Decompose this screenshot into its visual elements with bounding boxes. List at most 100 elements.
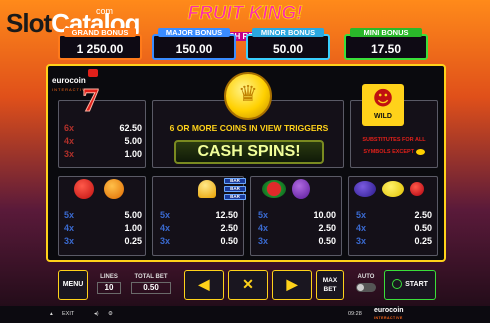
sound-icon[interactable]: ◂)	[94, 311, 99, 317]
minor-bonus-label: MINOR BONUS	[252, 28, 324, 37]
exit-link[interactable]: EXIT	[62, 311, 74, 317]
pay-row: 5x 12.50	[160, 210, 238, 223]
minor-bonus-box: MINOR BONUS 50.00	[246, 28, 330, 60]
bell-icon	[198, 180, 216, 198]
bar-icon: BAR	[224, 178, 246, 184]
menu-button[interactable]: MENU	[58, 270, 88, 300]
cherry-icon	[410, 182, 424, 196]
pay-mult: 5x	[64, 210, 75, 220]
pay-row: 5x 2.50	[356, 210, 432, 223]
pay-value: 0.50	[318, 236, 336, 246]
watermark-sub: com	[96, 6, 114, 16]
spin-icon	[392, 279, 403, 290]
pay-mult: 5x	[356, 210, 367, 220]
pay-mult: 4x	[160, 223, 171, 233]
pay-value: 2.50	[220, 223, 238, 233]
close-icon: ✕	[242, 276, 254, 292]
next-page-button[interactable]: ▶	[272, 270, 312, 300]
joker-wild-icon: ☻ WILD	[362, 84, 404, 126]
pay-row: 4x 1.00	[64, 223, 142, 236]
plum-lemon-cherry-pays: 5x 2.50 4x 0.50 3x 0.25	[356, 210, 432, 249]
grand-bonus-box: GRAND BONUS 1 250.00	[58, 28, 142, 60]
wild-description: SUBSTITUTES FOR ALL SYMBOLS EXCEPT	[354, 134, 434, 158]
pay-value: 2.50	[414, 210, 432, 220]
major-bonus-label: MAJOR BONUS	[158, 28, 230, 37]
pay-mult: 6x	[64, 123, 75, 133]
pay-mult: 3x	[64, 149, 75, 159]
plum-icon	[354, 181, 376, 197]
lines-value: 10	[97, 282, 121, 294]
pay-row: 4x 0.50	[356, 223, 432, 236]
max-bet-line1: MAX	[322, 277, 338, 284]
pay-row: 5x 5.00	[64, 210, 142, 223]
pay-mult: 5x	[258, 210, 269, 220]
footer-eurocoin-logo: eurocoin INTERACTIVE	[374, 306, 404, 320]
pay-value: 0.25	[124, 236, 142, 246]
wild-line1: SUBSTITUTES FOR ALL	[362, 137, 426, 143]
brand-badge-icon	[88, 69, 98, 77]
auto-label: AUTO	[357, 274, 375, 280]
start-label: START	[405, 281, 428, 288]
pay-row: 5x 10.00	[258, 210, 336, 223]
total-bet-control[interactable]: TOTAL BET 0.50	[128, 270, 174, 300]
pay-value: 10.00	[313, 210, 336, 220]
max-bet-line2: BET	[323, 286, 337, 293]
logo-title: FRUIT KING!	[187, 3, 303, 24]
footer-brand-tag: INTERACTIVE	[374, 316, 403, 320]
grand-bonus-label: GRAND BONUS	[64, 28, 136, 37]
joker-face-icon: ☻	[372, 86, 394, 110]
bell-bar-pays: 5x 12.50 4x 2.50 3x 0.50	[160, 210, 238, 249]
major-bonus-value: 150.00	[175, 42, 213, 56]
arrow-left-icon: ◀	[198, 276, 210, 292]
arrow-right-icon: ▶	[286, 276, 298, 292]
mini-bonus-value: 17.50	[370, 42, 402, 56]
pay-mult: 4x	[258, 223, 269, 233]
melon-grapes-pays: 5x 10.00 4x 2.50 3x 0.50	[258, 210, 336, 249]
start-button[interactable]: START	[384, 270, 436, 300]
close-paytable-button[interactable]: ✕	[228, 270, 268, 300]
cherry-orange-pays: 5x 5.00 4x 1.00 3x 0.25	[64, 210, 142, 249]
lemon-icon	[382, 181, 404, 197]
pay-mult: 3x	[64, 236, 75, 246]
grapes-icon	[292, 179, 310, 199]
bar-icon: BAR	[224, 194, 246, 200]
clock-time: 09:28	[348, 311, 362, 317]
brand-name: eurocoin	[52, 76, 86, 85]
pay-value: 5.00	[124, 210, 142, 220]
total-bet-label: TOTAL BET	[134, 274, 168, 280]
watermelon-icon	[262, 180, 286, 198]
pay-row: 4x 2.50	[258, 223, 336, 236]
strawberry-icon	[74, 179, 94, 199]
footer-brand-name: eurocoin	[374, 307, 404, 314]
pay-row: 4x 5.00	[64, 136, 142, 149]
pay-mult: 4x	[356, 223, 367, 233]
lines-control[interactable]: LINES 10	[94, 270, 124, 300]
coin-icon	[415, 148, 425, 155]
pay-mult: 3x	[160, 236, 171, 246]
pay-value: 0.50	[414, 223, 432, 233]
home-icon[interactable]: ▴	[50, 311, 53, 317]
autoplay-control[interactable]: AUTO	[354, 270, 378, 300]
pay-value: 0.25	[414, 236, 432, 246]
prev-page-button[interactable]: ◀	[184, 270, 224, 300]
pay-value: 1.00	[124, 223, 142, 233]
pay-row: 3x 1.00	[64, 149, 142, 162]
pay-row: 3x 0.25	[356, 236, 432, 249]
settings-icon[interactable]: ⚙	[108, 311, 113, 317]
trigger-text: 6 OR MORE COINS IN VIEW TRIGGERS	[169, 123, 329, 133]
pay-value: 12.50	[215, 210, 238, 220]
seven-symbol: 7	[82, 82, 100, 119]
pay-value: 2.50	[318, 223, 336, 233]
pay-mult: 4x	[64, 136, 75, 146]
pay-row: 4x 2.50	[160, 223, 238, 236]
mini-bonus-label: MINI BONUS	[350, 28, 422, 37]
minor-bonus-value: 50.00	[272, 42, 304, 56]
pay-row: 3x 0.50	[258, 236, 336, 249]
watermark-word1: Slot	[6, 8, 52, 38]
status-bar: ▴ EXIT ◂) ⚙ 09:28	[0, 306, 490, 323]
pay-mult: 5x	[160, 210, 171, 220]
crown-coin-icon: ♛	[224, 72, 272, 120]
autoplay-toggle[interactable]	[356, 283, 376, 292]
pay-row: 3x 0.50	[160, 236, 238, 249]
max-bet-button[interactable]: MAX BET	[316, 270, 344, 300]
